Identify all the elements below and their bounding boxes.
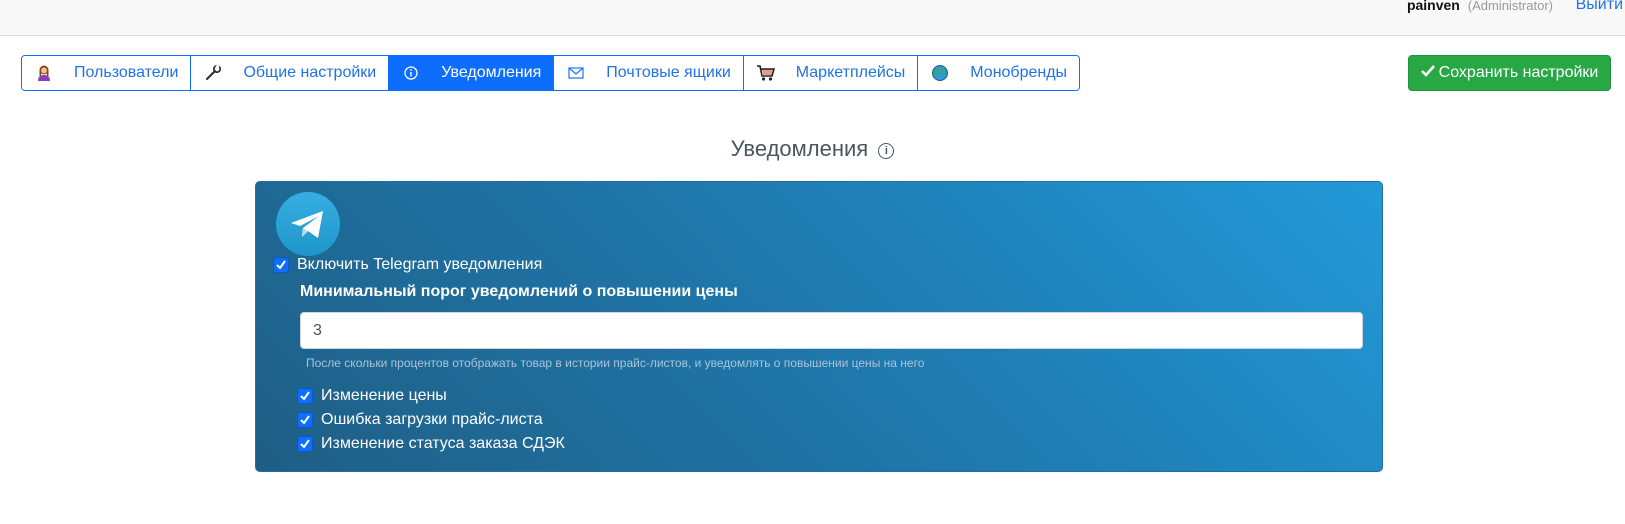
option-cdek-status: Изменение статуса заказа СДЭК xyxy=(297,435,565,453)
tab-users[interactable]: Пользователи xyxy=(22,56,192,90)
option-label: Изменение статуса заказа СДЭК xyxy=(321,435,565,452)
save-settings-button[interactable]: Сохранить настройки xyxy=(1408,55,1611,91)
pricelist-error-checkbox[interactable] xyxy=(297,412,313,428)
page-title-text: Уведомления xyxy=(730,136,869,161)
threshold-help-text: После скольки процентов отображать товар… xyxy=(306,356,925,370)
enable-telegram-checkbox[interactable] xyxy=(273,257,289,273)
option-label: Изменение цены xyxy=(321,387,447,404)
option-label: Ошибка загрузки прайс-листа xyxy=(321,411,543,428)
option-pricelist-error: Ошибка загрузки прайс-листа xyxy=(297,411,543,429)
enable-telegram-row: Включить Telegram уведомления xyxy=(273,256,542,274)
tab-monobrands[interactable]: Монобренды xyxy=(918,56,1080,90)
save-settings-label: Сохранить настройки xyxy=(1438,64,1599,81)
tab-label: Пользователи xyxy=(74,64,179,81)
tab-label: Уведомления xyxy=(441,64,542,81)
threshold-label: Минимальный порог уведомлений о повышени… xyxy=(300,283,738,300)
price-change-checkbox[interactable] xyxy=(297,388,313,404)
tab-label: Маркетплейсы xyxy=(795,64,906,81)
tab-general-settings[interactable]: Общие настройки xyxy=(191,56,390,90)
username: painven xyxy=(1406,0,1460,13)
telegram-icon xyxy=(276,192,340,256)
info-icon xyxy=(401,63,421,83)
logout-link[interactable]: Выйти xyxy=(1576,0,1623,14)
woman-user-icon xyxy=(34,63,54,83)
page-title: Уведомления i xyxy=(0,136,1625,162)
tab-label: Почтовые ящики xyxy=(606,64,731,81)
check-icon xyxy=(1420,64,1435,82)
cdek-status-checkbox[interactable] xyxy=(297,436,313,452)
tab-marketplaces[interactable]: Маркетплейсы xyxy=(743,56,919,90)
shopping-cart-icon xyxy=(756,63,776,83)
telegram-settings-panel: Включить Telegram уведомления Минимальны… xyxy=(255,181,1383,472)
tab-mailboxes[interactable]: Почтовые ящики xyxy=(554,56,744,90)
user-info: painven (Administrator) xyxy=(1407,0,1553,13)
top-bar: painven (Administrator) Выйти xyxy=(0,0,1625,36)
tab-label: Общие настройки xyxy=(243,64,377,81)
tab-notifications[interactable]: Уведомления xyxy=(389,56,555,90)
info-icon[interactable]: i xyxy=(878,143,895,159)
envelope-icon xyxy=(566,63,586,83)
settings-tabs: Пользователи Общие настройки Уведомления xyxy=(21,55,1081,91)
tab-label: Монобренды xyxy=(970,64,1068,81)
enable-telegram-label: Включить Telegram уведомления xyxy=(297,256,543,273)
threshold-input[interactable] xyxy=(300,312,1363,349)
user-role: (Administrator) xyxy=(1467,0,1553,13)
wrench-icon xyxy=(203,63,223,83)
option-price-change: Изменение цены xyxy=(297,387,447,405)
globe-icon xyxy=(930,63,950,83)
